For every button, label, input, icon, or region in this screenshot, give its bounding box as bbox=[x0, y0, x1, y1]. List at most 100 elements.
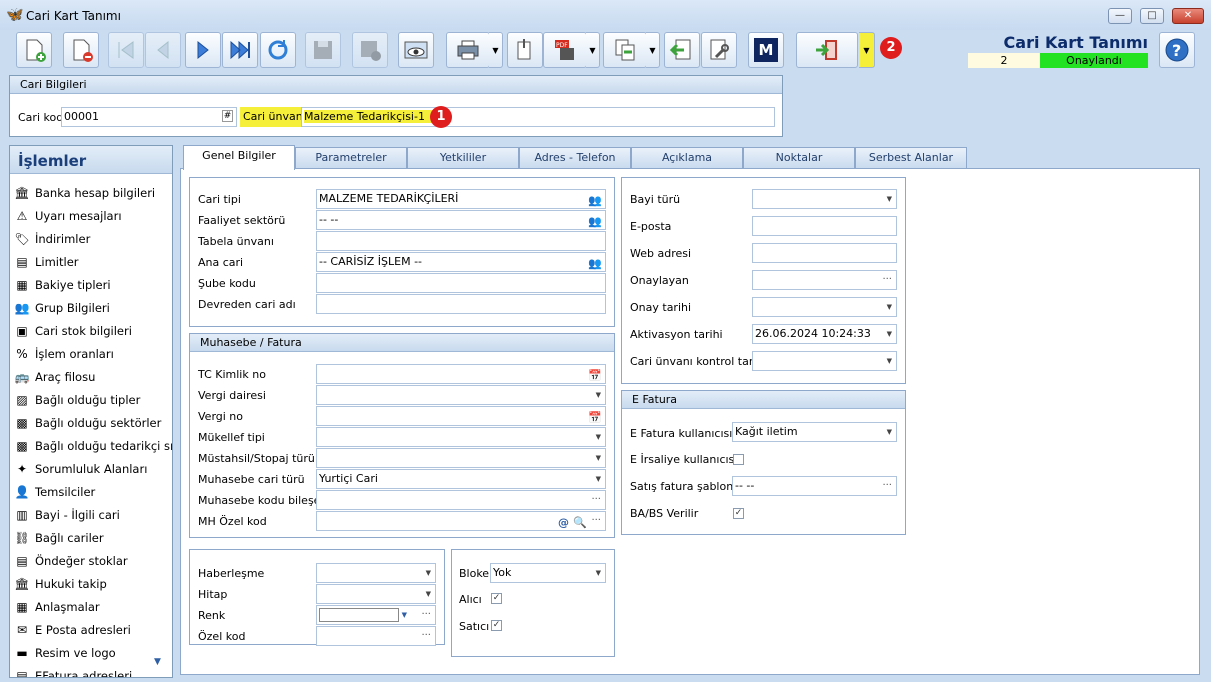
copy-dropdown[interactable]: ▼ bbox=[646, 32, 660, 68]
haberlesme-select[interactable]: ▼ bbox=[316, 563, 436, 583]
ellipsis-icon[interactable]: ... bbox=[421, 606, 431, 621]
ellipsis-icon[interactable]: ... bbox=[882, 271, 892, 286]
tools-button[interactable] bbox=[701, 32, 737, 68]
chevron-down-icon[interactable]: ▼ bbox=[887, 325, 892, 343]
onay-tarihi-select[interactable]: ▼ bbox=[752, 297, 897, 317]
m-button[interactable]: M bbox=[748, 32, 784, 68]
calendar-icon[interactable]: 📅 bbox=[588, 409, 602, 425]
sidebar-item[interactable]: ▤ Öndeğer stoklar bbox=[14, 551, 127, 571]
sidebar-item[interactable]: ⛓ Bağlı cariler bbox=[14, 528, 103, 548]
efatura-kullanici-select[interactable]: Kağıt iletim ▼ bbox=[732, 422, 897, 442]
prev-record-button[interactable] bbox=[145, 32, 181, 68]
sidebar-item[interactable]: ▤ Limitler bbox=[14, 252, 78, 272]
muh-kod-input[interactable]: ... bbox=[316, 490, 606, 510]
close-button[interactable]: ✕ bbox=[1172, 8, 1204, 24]
chevron-down-icon[interactable]: ▼ bbox=[596, 428, 601, 446]
satici-checkbox[interactable]: ✓ bbox=[491, 620, 502, 631]
cari-kod-input[interactable]: 00001 # bbox=[61, 107, 237, 127]
sube-kodu-input[interactable] bbox=[316, 273, 606, 293]
alici-checkbox[interactable]: ✓ bbox=[491, 593, 502, 604]
copy-button[interactable] bbox=[603, 32, 647, 68]
chevron-down-icon[interactable]: ▼ bbox=[887, 298, 892, 316]
sablon-input[interactable]: -- --... bbox=[732, 476, 897, 496]
onaylayan-input[interactable]: ... bbox=[752, 270, 897, 290]
tab-yetkililer[interactable]: Yetkililer bbox=[407, 147, 519, 168]
tab-noktalar[interactable]: Noktalar bbox=[743, 147, 855, 168]
tab-aciklama[interactable]: Açıklama bbox=[631, 147, 743, 168]
sidebar-item[interactable]: ▨ Bağlı olduğu tipler bbox=[14, 390, 140, 410]
sidebar-item[interactable]: ▩ Bağlı olduğu sektörler bbox=[14, 413, 161, 433]
cari-unvani-input[interactable]: Malzeme Tedarikçisi-1 bbox=[301, 107, 775, 127]
chevron-down-icon[interactable]: ▼ bbox=[596, 564, 601, 582]
chevron-down-icon[interactable]: ▼ bbox=[402, 606, 407, 624]
preview-button[interactable] bbox=[398, 32, 434, 68]
tab-genel-bilgiler[interactable]: Genel Bilgiler bbox=[183, 145, 295, 170]
ellipsis-icon[interactable]: ... bbox=[591, 512, 601, 527]
vergi-no-input[interactable]: 📅 bbox=[316, 406, 606, 426]
hash-icon[interactable]: # bbox=[222, 110, 233, 122]
babs-checkbox[interactable]: ✓ bbox=[733, 508, 744, 519]
at-icon[interactable]: @ bbox=[558, 514, 569, 530]
chevron-down-icon[interactable]: ▼ bbox=[596, 449, 601, 467]
chevron-down-icon[interactable]: ▼ bbox=[596, 470, 601, 488]
pdf-export-button[interactable]: PDF bbox=[543, 32, 587, 68]
hitap-select[interactable]: ▼ bbox=[316, 584, 436, 604]
last-record-button[interactable] bbox=[222, 32, 258, 68]
tc-input[interactable]: 📅 bbox=[316, 364, 606, 384]
scroll-down-icon[interactable]: ▼ bbox=[154, 657, 161, 667]
sidebar-item[interactable]: 🚌 Araç filosu bbox=[14, 367, 96, 387]
chevron-down-icon[interactable]: ▼ bbox=[887, 190, 892, 208]
chevron-down-icon[interactable]: ▼ bbox=[596, 386, 601, 404]
faaliyet-input[interactable]: -- -- 👥 bbox=[316, 210, 606, 230]
web-input[interactable] bbox=[752, 243, 897, 263]
mh-ozel-input[interactable]: @ 🔍... bbox=[316, 511, 606, 531]
ellipsis-icon[interactable]: ... bbox=[591, 491, 601, 506]
sidebar-item[interactable]: 👤 Temsilciler bbox=[14, 482, 96, 502]
eposta-input[interactable] bbox=[752, 216, 897, 236]
mustahsil-select[interactable]: ▼ bbox=[316, 448, 606, 468]
chevron-down-icon[interactable]: ▼ bbox=[426, 564, 431, 582]
print-dropdown[interactable]: ▼ bbox=[489, 32, 503, 68]
calendar-icon[interactable]: 📅 bbox=[588, 367, 602, 383]
save-button[interactable] bbox=[305, 32, 341, 68]
import-button[interactable] bbox=[664, 32, 700, 68]
ozel-kod-input[interactable]: ... bbox=[316, 626, 436, 646]
new-record-button[interactable] bbox=[16, 32, 52, 68]
sidebar-item[interactable]: ▤ EFatura adresleri bbox=[14, 666, 132, 677]
help-button[interactable]: ? bbox=[1159, 32, 1195, 68]
chevron-down-icon[interactable]: ▼ bbox=[426, 585, 431, 603]
color-swatch[interactable] bbox=[319, 608, 399, 622]
sidebar-item[interactable]: ⚠ Uyarı mesajları bbox=[14, 206, 122, 226]
cari-tipi-input[interactable]: MALZEME TEDARİKÇİLERİ 👥 bbox=[316, 189, 606, 209]
exit-dropdown[interactable]: ▼ bbox=[859, 32, 875, 68]
bloke-select[interactable]: Yok ▼ bbox=[490, 563, 606, 583]
aktivasyon-select[interactable]: 26.06.2024 10:24:33 ▼ bbox=[752, 324, 897, 344]
tab-adres-telefon[interactable]: Adres - Telefon bbox=[519, 147, 631, 168]
attach-button[interactable] bbox=[507, 32, 543, 68]
ana-cari-input[interactable]: -- CARİSİZ İŞLEM -- 👥 bbox=[316, 252, 606, 272]
sidebar-item[interactable]: ▬ Resim ve logo bbox=[14, 643, 115, 663]
print-button[interactable] bbox=[446, 32, 490, 68]
sidebar-item[interactable]: % İşlem oranları bbox=[14, 344, 113, 364]
sidebar-item[interactable]: ▥ Bayi - İlgili cari bbox=[14, 505, 120, 525]
refresh-button[interactable] bbox=[260, 32, 296, 68]
tab-serbest-alanlar[interactable]: Serbest Alanlar bbox=[855, 147, 967, 168]
group-lookup-icon[interactable]: 👥 bbox=[588, 192, 602, 208]
tabela-input[interactable] bbox=[316, 231, 606, 251]
delete-record-button[interactable] bbox=[63, 32, 99, 68]
bayi-select[interactable]: ▼ bbox=[752, 189, 897, 209]
vergi-dairesi-select[interactable]: ▼ bbox=[316, 385, 606, 405]
maximize-button[interactable]: □ bbox=[1140, 8, 1164, 24]
save-close-button[interactable] bbox=[352, 32, 388, 68]
muh-cari-select[interactable]: Yurtiçi Cari ▼ bbox=[316, 469, 606, 489]
next-record-button[interactable] bbox=[185, 32, 221, 68]
eirsaliye-checkbox[interactable] bbox=[733, 454, 744, 465]
renk-picker[interactable]: ▼ ... bbox=[316, 605, 436, 625]
group-lookup-icon[interactable]: 👥 bbox=[588, 255, 602, 271]
first-record-button[interactable] bbox=[108, 32, 144, 68]
sidebar-item[interactable]: 🏛 Banka hesap bilgileri bbox=[14, 183, 155, 203]
devreden-input[interactable] bbox=[316, 294, 606, 314]
sidebar-item[interactable]: ✉ E Posta adresleri bbox=[14, 620, 131, 640]
sidebar-item[interactable]: ▦ Anlaşmalar bbox=[14, 597, 99, 617]
sidebar-item[interactable]: 👥 Grup Bilgileri bbox=[14, 298, 110, 318]
